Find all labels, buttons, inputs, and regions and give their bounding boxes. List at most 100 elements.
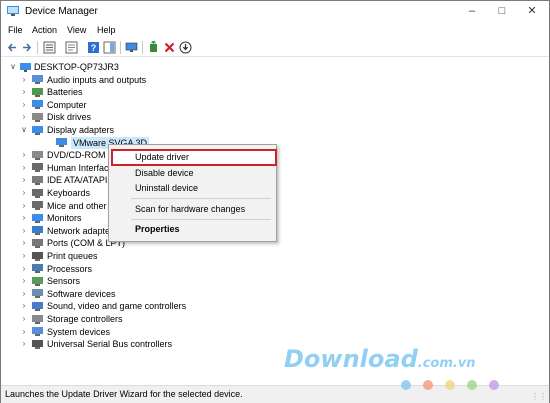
chevron-right-icon[interactable]: ›	[20, 237, 28, 249]
tree-item-label: Processors	[47, 263, 93, 274]
tree-item-label: Software devices	[47, 288, 116, 299]
help-icon[interactable]: ?	[87, 41, 100, 54]
tree-item-label: Network adapters	[47, 225, 118, 236]
action-pane-icon[interactable]	[103, 41, 116, 54]
software-device-icon	[32, 289, 43, 299]
computer-icon	[32, 100, 43, 110]
back-arrow-icon[interactable]	[6, 41, 19, 54]
tree-item-label: Disk drives	[47, 112, 92, 123]
chevron-right-icon[interactable]: ›	[20, 162, 28, 174]
chevron-right-icon[interactable]: ›	[20, 86, 28, 98]
tree-item-label: Human Interface	[47, 162, 114, 173]
menu-view[interactable]: View	[67, 25, 86, 35]
toolbar: ?	[1, 39, 549, 57]
sensor-icon	[32, 276, 43, 286]
device-manager-app-icon	[7, 6, 19, 16]
forward-arrow-icon[interactable]	[20, 41, 33, 54]
ide-icon	[32, 175, 43, 185]
watermark-dot	[401, 380, 411, 390]
audio-icon	[32, 75, 43, 85]
watermark-dot	[467, 380, 477, 390]
chevron-right-icon[interactable]: ›	[20, 313, 28, 325]
toolbar-separator	[120, 41, 121, 54]
download-icon[interactable]	[179, 41, 192, 54]
chevron-right-icon[interactable]: ›	[20, 111, 28, 123]
minimize-button[interactable]: –	[457, 1, 487, 22]
hid-icon	[32, 163, 43, 173]
menu-help[interactable]: Help	[97, 25, 116, 35]
resize-grip-icon[interactable]: ⋮⋮	[531, 392, 547, 401]
context-uninstall-device[interactable]: Uninstall device	[135, 183, 198, 193]
chevron-right-icon[interactable]: ›	[20, 225, 28, 237]
display-adapter-icon	[56, 138, 67, 148]
svg-text:?: ?	[91, 43, 97, 53]
context-disable-device[interactable]: Disable device	[135, 168, 194, 178]
chevron-right-icon[interactable]: ›	[20, 174, 28, 186]
tree-item-label: Sensors	[47, 276, 81, 287]
tree-item-label: Sound, video and game controllers	[47, 301, 187, 312]
chevron-right-icon[interactable]: ›	[20, 288, 28, 300]
tree-root-label: DESKTOP-QP73JR3	[34, 62, 119, 72]
chevron-right-icon[interactable]: ›	[20, 250, 28, 262]
storage-icon	[32, 314, 43, 324]
context-scan-hardware[interactable]: Scan for hardware changes	[135, 204, 245, 214]
status-text: Launches the Update Driver Wizard for th…	[5, 389, 243, 399]
watermark-dot	[423, 380, 433, 390]
watermark-suffix: .com.vn	[417, 356, 476, 371]
context-update-driver[interactable]: Update driver	[135, 152, 189, 162]
tree-item-label: Universal Serial Bus controllers	[47, 339, 173, 350]
chevron-right-icon[interactable]: ›	[20, 326, 28, 338]
chevron-down-icon[interactable]: ∨	[20, 124, 28, 136]
tree-item-label: Mice and other p	[47, 200, 115, 211]
watermark-logo: Download.com.vn	[284, 345, 476, 373]
tree-view-icon[interactable]	[43, 41, 56, 54]
menu-file[interactable]: File	[8, 25, 23, 35]
chevron-down-icon[interactable]: ∨	[9, 61, 17, 73]
port-icon	[32, 238, 43, 248]
menu-bar: File Action View Help	[1, 22, 549, 39]
display-adapter-icon	[32, 125, 43, 135]
computer-icon	[20, 62, 31, 72]
device-manager-window: Device Manager – □ ✕ File Action View He…	[0, 0, 550, 403]
tree-item-label: System devices	[47, 326, 111, 337]
chevron-right-icon[interactable]: ›	[20, 200, 28, 212]
system-icon	[32, 327, 43, 337]
title-bar: Device Manager – □ ✕	[1, 1, 549, 22]
toolbar-separator	[142, 41, 143, 54]
close-button[interactable]: ✕	[517, 1, 547, 22]
maximize-button[interactable]: □	[487, 1, 517, 22]
chevron-right-icon[interactable]: ›	[20, 149, 28, 161]
window-title: Device Manager	[25, 6, 98, 17]
disk-icon	[32, 112, 43, 122]
network-icon	[32, 226, 43, 236]
battery-icon	[32, 87, 43, 97]
uninstall-icon[interactable]	[163, 41, 176, 54]
chevron-right-icon[interactable]: ›	[20, 300, 28, 312]
monitor-icon[interactable]	[125, 41, 138, 54]
watermark-dot	[445, 380, 455, 390]
printer-icon	[32, 251, 43, 261]
menu-action[interactable]: Action	[32, 25, 57, 35]
menu-separator	[131, 219, 271, 220]
toolbar-separator	[37, 41, 38, 54]
sound-icon	[32, 301, 43, 311]
chevron-right-icon[interactable]: ›	[20, 275, 28, 287]
tree-item-label: Audio inputs and outputs	[47, 74, 147, 85]
chevron-right-icon[interactable]: ›	[20, 99, 28, 111]
chevron-right-icon[interactable]: ›	[20, 263, 28, 275]
context-menu: Update driver Disable device Uninstall d…	[108, 144, 277, 242]
chevron-right-icon[interactable]: ›	[20, 74, 28, 86]
keyboard-icon	[32, 188, 43, 198]
dvd-icon	[32, 150, 43, 160]
chevron-right-icon[interactable]: ›	[20, 338, 28, 350]
tree-item-label: Computer	[47, 99, 87, 110]
context-properties[interactable]: Properties	[135, 224, 180, 234]
watermark-dot	[489, 380, 499, 390]
properties-icon[interactable]	[65, 41, 78, 54]
update-driver-icon[interactable]	[147, 41, 160, 54]
menu-separator	[131, 198, 271, 199]
tree-item-label: Display adapters	[47, 125, 115, 135]
chevron-right-icon[interactable]: ›	[20, 187, 28, 199]
processor-icon	[32, 264, 43, 274]
chevron-right-icon[interactable]: ›	[20, 212, 28, 224]
